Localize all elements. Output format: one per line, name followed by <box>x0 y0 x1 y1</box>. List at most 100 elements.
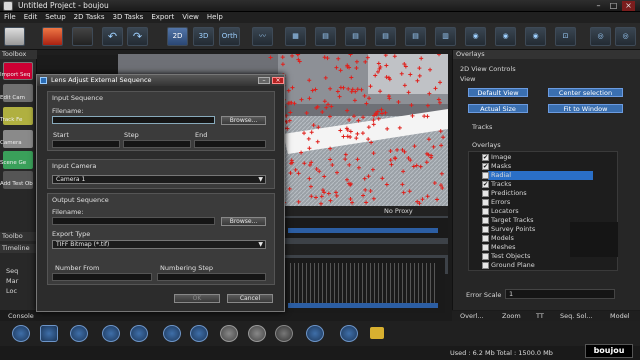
number-from-field[interactable] <box>52 273 152 281</box>
tracks-section-label[interactable]: Tracks <box>472 123 492 131</box>
play-icon[interactable] <box>70 325 88 342</box>
lock-icon[interactable] <box>370 327 384 339</box>
checkbox[interactable] <box>482 235 489 242</box>
checkbox[interactable] <box>482 172 489 179</box>
loop-icon[interactable] <box>340 325 358 342</box>
view-3d-button[interactable]: 3D <box>193 27 214 46</box>
timeline-item[interactable]: Seq <box>6 267 18 275</box>
camera-select[interactable]: Camera 1 ▼ <box>52 175 266 184</box>
toolbox-footer: Toolbo <box>0 232 37 241</box>
default-view-button[interactable]: Default View <box>468 88 528 97</box>
maximize-button[interactable]: □ <box>607 1 620 11</box>
grid-icon[interactable]: ▦ <box>285 27 306 46</box>
redo-icon[interactable]: ↷ <box>127 27 148 46</box>
checkbox[interactable] <box>482 262 489 269</box>
checkbox[interactable] <box>482 190 489 197</box>
menu-help[interactable]: Help <box>203 12 227 23</box>
layout4-icon[interactable]: ▤ <box>405 27 426 46</box>
checkbox[interactable]: ✔ <box>482 163 489 170</box>
output-filename-field[interactable] <box>52 217 215 225</box>
dialog-minimize-button[interactable]: – <box>258 77 270 84</box>
layout2-icon[interactable]: ▤ <box>345 27 366 46</box>
settings-icon[interactable] <box>72 27 93 46</box>
next-key-icon[interactable] <box>190 325 208 342</box>
timeline-item[interactable]: Mar <box>6 277 18 285</box>
undo-icon[interactable]: ↶ <box>102 27 123 46</box>
overlay-item-label: Ground Plane <box>491 261 535 269</box>
minimize-button[interactable]: – <box>592 1 605 11</box>
error-scale-input[interactable]: 1 <box>505 289 615 299</box>
checkbox[interactable] <box>482 253 489 260</box>
eye2-icon[interactable]: ◉ <box>495 27 516 46</box>
view-orth-button[interactable]: Orth <box>219 27 240 46</box>
stop-playback-icon[interactable] <box>40 325 58 342</box>
actual-size-button[interactable]: Actual Size <box>468 104 528 113</box>
tab-console[interactable]: Console <box>8 312 34 320</box>
menu-setup[interactable]: Setup <box>41 12 69 23</box>
camera2-icon[interactable]: ◎ <box>615 27 636 46</box>
input-filename-field[interactable] <box>52 116 215 124</box>
output-browse-button[interactable]: Browse... <box>221 217 266 226</box>
tab-model[interactable]: Model <box>610 311 630 321</box>
menu-export[interactable]: Export <box>147 12 178 23</box>
checkbox[interactable] <box>482 226 489 233</box>
timeline-scrollbar[interactable] <box>288 303 438 308</box>
export-type-select[interactable]: TIFF Bitmap (*.tif) ▼ <box>52 240 266 249</box>
menu-2d-tasks[interactable]: 2D Tasks <box>70 12 109 23</box>
close-button[interactable]: × <box>622 1 635 11</box>
eye3-icon[interactable]: ◉ <box>525 27 546 46</box>
clear-loop-icon[interactable] <box>275 325 293 342</box>
camera-icon[interactable]: ◎ <box>590 27 611 46</box>
menu-file[interactable]: File <box>0 12 20 23</box>
proxy-status: No Proxy <box>384 207 413 215</box>
layout5-icon[interactable]: ▥ <box>435 27 456 46</box>
menu-3d-tasks[interactable]: 3D Tasks <box>108 12 147 23</box>
menu-view[interactable]: View <box>178 12 203 23</box>
timeline-item[interactable]: Loc <box>6 287 17 295</box>
export-type-value: TIFF Bitmap (*.tif) <box>56 241 110 248</box>
tab-overlays[interactable]: Overl... <box>460 311 484 321</box>
menu-bar: File Edit Setup 2D Tasks 3D Tasks Export View H… <box>0 12 640 23</box>
step-forward-icon[interactable] <box>130 325 148 342</box>
checkbox[interactable] <box>482 199 489 206</box>
numbering-step-field[interactable] <box>157 273 266 281</box>
tab-zoom[interactable]: Zoom <box>502 311 521 321</box>
start-field[interactable] <box>52 140 120 148</box>
checkbox[interactable] <box>482 217 489 224</box>
step-field[interactable] <box>123 140 191 148</box>
view-2d-button[interactable]: 2D <box>167 27 188 46</box>
new-project-icon[interactable] <box>4 27 25 46</box>
checkbox[interactable] <box>482 208 489 215</box>
prev-key-icon[interactable] <box>163 325 181 342</box>
checkbox[interactable]: ✔ <box>482 154 489 161</box>
tab-seq-sol[interactable]: Seq. Sol... <box>560 311 593 321</box>
dialog-close-button[interactable]: × <box>272 77 284 84</box>
previous-icon[interactable] <box>306 325 324 342</box>
overlays-tree-filler <box>570 222 618 257</box>
center-selection-button[interactable]: Center selection <box>548 88 623 97</box>
checkbox[interactable] <box>482 244 489 251</box>
end-field[interactable] <box>194 140 266 148</box>
cancel-button[interactable]: Cancel <box>227 294 273 303</box>
graph-icon[interactable]: 〰 <box>252 27 273 46</box>
eye-icon[interactable]: ◉ <box>465 27 486 46</box>
tab-tt[interactable]: TT <box>536 311 544 321</box>
overlays-panel-header: Overlays <box>453 50 640 59</box>
view-section-label[interactable]: View <box>460 75 475 83</box>
checkbox[interactable]: ✔ <box>482 181 489 188</box>
tool-label: Camera <box>0 140 22 146</box>
layout-icon[interactable]: ▤ <box>315 27 336 46</box>
menu-edit[interactable]: Edit <box>20 12 42 23</box>
overlays-section-label[interactable]: Overlays <box>472 141 501 149</box>
step-back-icon[interactable] <box>102 325 120 342</box>
crop-icon[interactable]: ⊡ <box>555 27 576 46</box>
layout3-icon[interactable]: ▤ <box>375 27 396 46</box>
viewer-timeline-scrollbar[interactable] <box>288 228 438 233</box>
stop-icon[interactable] <box>42 27 63 46</box>
loop-out-icon[interactable] <box>248 325 266 342</box>
input-browse-button[interactable]: Browse... <box>221 116 266 125</box>
go-start-icon[interactable] <box>12 325 30 342</box>
fit-to-window-button[interactable]: Fit to Window <box>548 104 623 113</box>
loop-in-icon[interactable] <box>220 325 238 342</box>
ok-button[interactable]: OK <box>174 294 220 303</box>
